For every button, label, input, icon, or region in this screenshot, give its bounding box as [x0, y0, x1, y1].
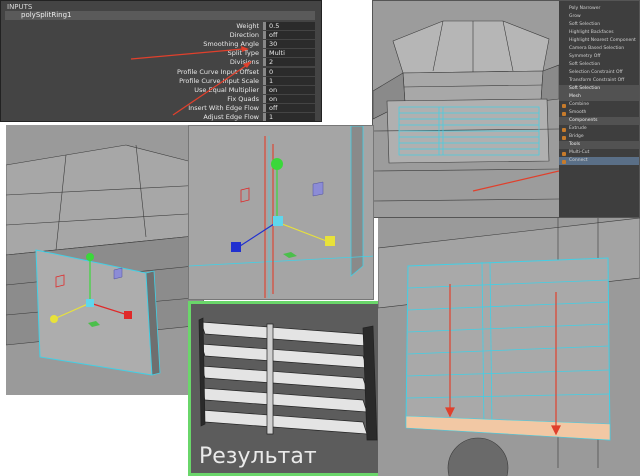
toolkit-tool-smooth-label: Smooth — [569, 110, 587, 115]
toolkit-tool-extrude-label: Extrude — [569, 126, 587, 131]
tool-icon — [562, 135, 566, 140]
toolkit-tool-bridge[interactable]: Bridge — [559, 133, 639, 141]
attribute-rows: Weight 0.5 Direction off Smoothing Angle 30 Sp… — [1, 21, 321, 122]
toolkit-section-header[interactable]: Mesh — [559, 93, 639, 101]
attribute-value-field[interactable]: 0 — [263, 67, 315, 76]
toolkit-option[interactable]: Grow — [559, 13, 639, 21]
attribute-value-field[interactable]: Multi — [263, 49, 315, 58]
attribute-value-field[interactable]: on — [263, 85, 315, 94]
toolkit-option[interactable]: Highlight Backfaces — [559, 29, 639, 37]
toolkit-option-label: Grow — [569, 14, 581, 19]
viewport-toolkit-panel: Poly Narrower Grow Soft Selection Highlight… — [372, 0, 640, 218]
attribute-value-field[interactable]: on — [263, 95, 315, 104]
attribute-value-field[interactable]: 1 — [263, 113, 315, 121]
toolkit-tool-combine-label: Combine — [569, 102, 590, 107]
tool-icon — [562, 111, 566, 116]
constraint-value[interactable]: Off — [616, 70, 623, 75]
car-front-viewport[interactable] — [373, 1, 559, 218]
grille-placement-viewport[interactable] — [6, 125, 204, 395]
attribute-row[interactable]: Fix Quads on — [1, 95, 321, 104]
attribute-row[interactable]: Use Equal Multiplier on — [1, 85, 321, 94]
attribute-label: Profile Curve Input Offset — [177, 67, 259, 76]
attribute-row[interactable]: Weight 0.5 — [1, 21, 321, 30]
attribute-row[interactable]: Direction off — [1, 30, 321, 39]
attribute-label: Fix Quads — [227, 95, 259, 104]
attribute-label: Profile Curve Input Scale — [179, 76, 259, 85]
attribute-row[interactable]: Insert With Edge Flow off — [1, 104, 321, 113]
toolkit-tool-multicut-label: Multi-Cut — [569, 150, 590, 155]
tool-icon — [562, 151, 566, 156]
constraint-value[interactable]: Off — [618, 78, 625, 83]
symmetry-value[interactable]: Off — [594, 54, 601, 59]
toolkit-section-header[interactable]: Soft Selection — [559, 85, 639, 93]
toolkit-option[interactable]: Soft Selection — [559, 21, 639, 29]
attribute-label: Smoothing Angle — [203, 39, 259, 48]
inputs-channel-box: INPUTS polySplitRing1 Weight 0.5 Direction… — [0, 0, 322, 122]
attribute-label: Direction — [229, 30, 259, 39]
constraint-label: Transform Constraint — [569, 78, 617, 83]
toolkit-tool-connect-label: Connect — [569, 158, 588, 163]
transform-constraint-row[interactable]: Transform Constraint Off — [559, 77, 639, 85]
toolkit-section-header[interactable]: Tools — [559, 141, 639, 149]
symmetry-label: Symmetry — [569, 54, 593, 59]
toolkit-option-label: Highlight Nearest Component — [569, 38, 636, 43]
toolkit-option-label: Soft Selection — [569, 22, 601, 27]
attribute-value-field[interactable]: off — [263, 30, 315, 39]
attribute-label: Divisions — [229, 58, 259, 67]
attribute-label: Split Type — [227, 49, 259, 58]
toolkit-tool-multicut[interactable]: Multi-Cut — [559, 149, 639, 157]
toolkit-section-header-label: Mesh — [569, 94, 581, 99]
center-viewport-canvas — [189, 126, 373, 299]
toolkit-tool-smooth[interactable]: Smooth — [559, 109, 639, 117]
toolkit-section-header[interactable]: Components — [559, 117, 639, 125]
tool-icon — [562, 159, 566, 164]
toolkit-tool-extrude[interactable]: Extrude — [559, 125, 639, 133]
constraint-label: Selection Constraint — [569, 70, 615, 75]
result-panel: Результат — [188, 301, 402, 476]
grille-closeup-viewport[interactable] — [188, 125, 374, 300]
attribute-label: Use Equal Multiplier — [194, 85, 259, 94]
left-viewport-canvas — [6, 125, 204, 395]
attribute-value-field[interactable]: 1 — [263, 76, 315, 85]
toolkit-option[interactable]: Highlight Nearest Component — [559, 37, 639, 45]
soft-selection-row-label: Soft Selection — [569, 62, 601, 67]
modeling-toolkit: Poly Narrower Grow Soft Selection Highlight… — [559, 1, 639, 217]
attribute-row[interactable]: Profile Curve Input Scale 1 — [1, 76, 321, 85]
attribute-row[interactable]: Profile Curve Input Offset 0 — [1, 67, 321, 76]
inputs-header: INPUTS — [7, 3, 33, 11]
toolkit-tool-connect[interactable]: Connect — [559, 157, 639, 165]
tool-icon — [562, 127, 566, 132]
bottom-right-viewport-canvas — [378, 218, 640, 476]
attribute-row[interactable]: Split Type Multi — [1, 49, 321, 58]
node-name[interactable]: polySplitRing1 — [5, 11, 315, 20]
soft-selection-row[interactable]: Soft Selection — [559, 61, 639, 69]
grille-face[interactable] — [405, 257, 611, 441]
edge-loops-viewport[interactable] — [378, 218, 640, 476]
attribute-row[interactable]: Adjust Edge Flow 1 — [1, 113, 321, 122]
camera-based-selection-row-label: Camera Based Selection — [569, 46, 625, 51]
result-caption: Результат — [199, 444, 317, 469]
toolkit-section-header-label: Tools — [569, 142, 581, 147]
attribute-value-field[interactable]: 2 — [263, 58, 315, 67]
toolkit-option[interactable]: Poly Narrower — [559, 5, 639, 13]
attribute-label: Weight — [236, 21, 259, 30]
toolkit-option-label: Poly Narrower — [569, 6, 601, 11]
attribute-row[interactable]: Smoothing Angle 30 — [1, 39, 321, 48]
toolkit-tool-combine[interactable]: Combine — [559, 101, 639, 109]
toolkit-section-header-label: Soft Selection — [569, 86, 601, 91]
selection-constraint-row[interactable]: Selection Constraint Off — [559, 69, 639, 77]
toolkit-section-header-label: Components — [569, 118, 598, 123]
symmetry-row[interactable]: Symmetry Off — [559, 53, 639, 61]
attribute-label: Adjust Edge Flow — [203, 113, 259, 122]
tool-icon — [562, 103, 566, 108]
attribute-label: Insert With Edge Flow — [188, 104, 259, 113]
toolkit-option-label: Highlight Backfaces — [569, 30, 614, 35]
toolkit-tool-bridge-label: Bridge — [569, 134, 584, 139]
attribute-value-field[interactable]: 0.5 — [263, 21, 315, 30]
attribute-value-field[interactable]: off — [263, 104, 315, 113]
camera-based-selection-row[interactable]: Camera Based Selection — [559, 45, 639, 53]
attribute-value-field[interactable]: 30 — [263, 39, 315, 48]
attribute-row[interactable]: Divisions 2 — [1, 58, 321, 67]
